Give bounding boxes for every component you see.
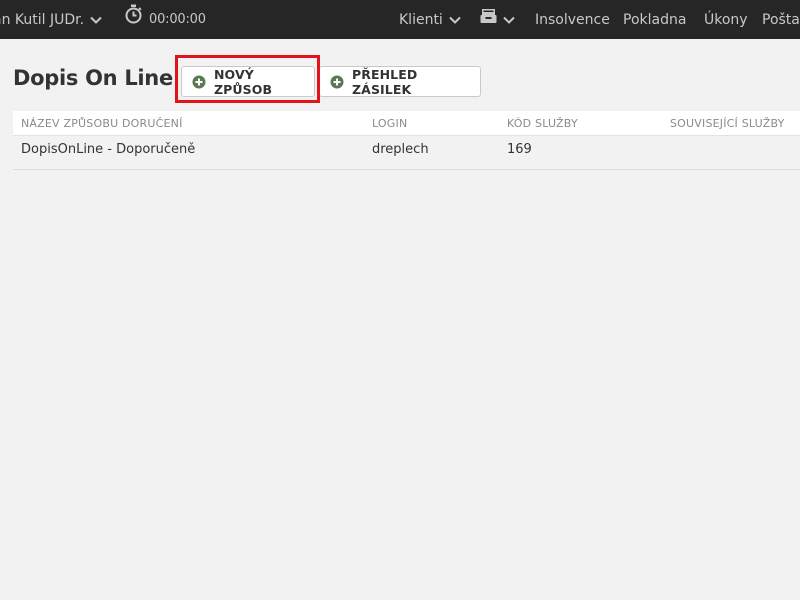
shipments-overview-label: PŘEHLED ZÁSILEK (352, 66, 418, 97)
cell-login: dreplech (372, 142, 429, 157)
chevron-down-icon (449, 16, 461, 24)
column-header-related-services[interactable]: SOUVISEJÍCÍ SLUŽBY (670, 117, 785, 130)
archive-box-icon (480, 0, 497, 39)
plus-circle-icon (192, 75, 206, 89)
user-name: an Kutil JUDr. (0, 11, 85, 28)
cell-name[interactable]: DopisOnLine - Doporučeně (21, 142, 195, 157)
user-menu[interactable]: an Kutil JUDr. (0, 0, 102, 39)
column-header-service-code[interactable]: KÓD SLUŽBY (507, 117, 578, 130)
new-method-label: NOVÝ ZPŮSOB (214, 66, 273, 97)
nav-clients-label: Klienti (399, 11, 443, 28)
plus-circle-icon (330, 75, 344, 89)
chevron-down-icon (90, 16, 102, 24)
nav-posta[interactable]: Pošta (762, 0, 800, 39)
new-method-button[interactable]: NOVÝ ZPŮSOB (181, 66, 315, 97)
top-navbar: an Kutil JUDr. 00:00:00 Klienti Insolven… (0, 0, 800, 39)
nav-clients[interactable]: Klienti (399, 0, 461, 39)
chevron-down-icon (503, 16, 515, 24)
nav-insolvence[interactable]: Insolvence (535, 0, 610, 39)
shipments-overview-button[interactable]: PŘEHLED ZÁSILEK (319, 66, 481, 97)
table-header: NÁZEV ZPŮSOBU DORUČENÍ LOGIN KÓD SLUŽBY … (13, 111, 800, 136)
delivery-methods-table: NÁZEV ZPŮSOBU DORUČENÍ LOGIN KÓD SLUŽBY … (13, 111, 800, 170)
nav-archive-menu[interactable] (480, 0, 515, 39)
stopwatch-icon (124, 0, 143, 39)
column-header-name[interactable]: NÁZEV ZPŮSOBU DORUČENÍ (21, 117, 183, 130)
nav-pokladna[interactable]: Pokladna (623, 0, 686, 39)
work-timer[interactable]: 00:00:00 (124, 0, 206, 39)
page-title: Dopis On Line (13, 66, 173, 90)
column-header-login[interactable]: LOGIN (372, 117, 407, 130)
nav-ukony[interactable]: Úkony (704, 0, 748, 39)
timer-value: 00:00:00 (149, 11, 206, 27)
table-row[interactable]: DopisOnLine - Doporučeně dreplech 169 (13, 136, 800, 170)
cell-service-code: 169 (507, 142, 532, 157)
